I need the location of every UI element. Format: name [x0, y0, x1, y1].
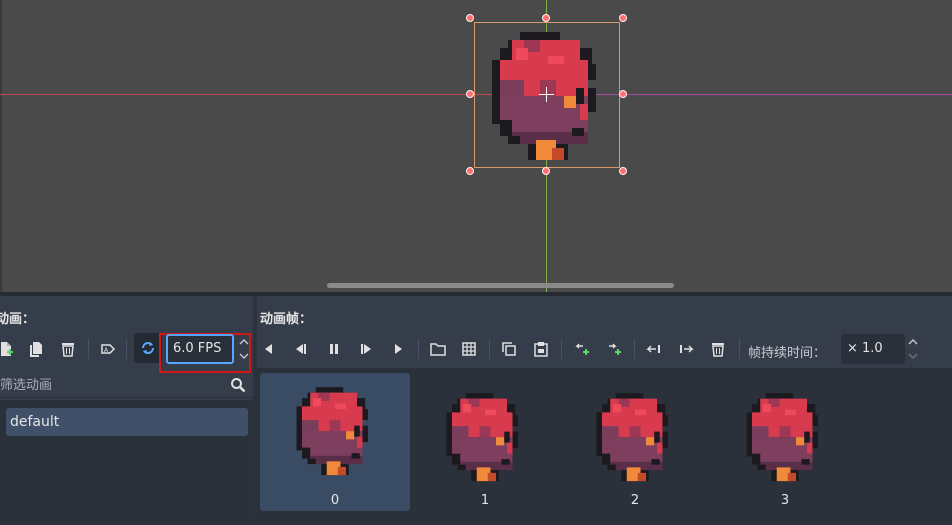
frame-thumbnail[interactable]: 1 — [410, 373, 560, 511]
frame-index-label: 2 — [630, 493, 640, 508]
frame-thumbnail[interactable]: 3 — [710, 373, 860, 511]
delete-frame-button[interactable] — [706, 336, 730, 362]
frames-title: 动画帧： — [260, 312, 313, 327]
frame-sprite-image — [296, 387, 368, 476]
delete-animation-button[interactable] — [56, 336, 80, 362]
insert-before-icon — [575, 343, 589, 355]
paste-frame-icon — [534, 342, 548, 357]
frame-thumbnail[interactable]: 2 — [560, 373, 710, 511]
viewport-ruler — [0, 0, 2, 292]
move-left-button[interactable] — [642, 336, 666, 362]
fps-increment-button[interactable] — [237, 336, 251, 348]
play-from-end-icon — [395, 344, 402, 354]
delete-frame-icon — [712, 343, 724, 357]
resize-handle-right[interactable] — [619, 90, 627, 98]
delete-animation-icon — [62, 343, 74, 357]
copy-frame-button[interactable] — [497, 336, 521, 362]
frame-sprite-image — [596, 393, 668, 482]
load-spritesheet-icon — [462, 342, 476, 356]
animation-filter-row — [0, 374, 253, 398]
duration-increment-button[interactable] — [906, 336, 920, 348]
frame-grid: 0 1 2 3 — [257, 368, 952, 525]
autoplay-on-load-button[interactable]: A — [96, 336, 120, 362]
sprite-frames-panel: 动画： A 6.0 FPS default — [0, 296, 952, 525]
chevron-up-icon — [239, 339, 249, 345]
toolbar-separator — [418, 339, 419, 359]
animation-list: default — [0, 400, 253, 525]
fps-input[interactable]: 6.0 FPS — [166, 334, 234, 364]
pivot-crosshair-icon[interactable] — [539, 87, 554, 102]
play-from-end-button[interactable] — [386, 336, 410, 362]
search-icon — [231, 378, 246, 393]
frame-duration-input[interactable]: × 1.0 — [841, 334, 905, 364]
play-button[interactable] — [354, 336, 378, 362]
frame-duration-label: 帧持续时间： — [748, 346, 827, 361]
autoplay-on-load-icon: A — [101, 344, 116, 354]
move-right-button[interactable] — [674, 336, 698, 362]
load-spritesheet-button[interactable] — [457, 336, 481, 362]
canvas-viewport[interactable] — [0, 0, 952, 292]
toolbar-separator — [739, 339, 740, 359]
frame-sprite-image — [446, 393, 518, 482]
frames-section: 动画帧： 帧持续时间： × 1.0 0 1 2 3 — [257, 296, 952, 525]
paste-frame-button[interactable] — [529, 336, 553, 362]
new-animation-button[interactable] — [0, 336, 18, 362]
pause-icon — [330, 344, 338, 354]
move-right-icon — [680, 345, 694, 353]
insert-after-icon — [609, 343, 621, 355]
pause-button[interactable] — [322, 336, 346, 362]
resize-handle-top-left[interactable] — [466, 14, 474, 22]
resize-handle-top[interactable] — [542, 14, 550, 22]
horizontal-scrollbar-thumb[interactable] — [327, 283, 674, 288]
play-backwards-icon — [296, 344, 306, 354]
toolbar-separator — [634, 339, 635, 359]
move-left-icon — [646, 345, 660, 353]
copy-frame-icon — [502, 342, 516, 356]
play-backwards-from-end-icon — [265, 344, 272, 354]
toolbar-separator — [126, 339, 127, 359]
resize-handle-bottom[interactable] — [542, 167, 550, 175]
animation-filter-input[interactable] — [0, 374, 253, 398]
new-animation-icon — [1, 342, 13, 356]
play-backwards-from-end-button[interactable] — [257, 336, 281, 362]
frame-thumbnail[interactable]: 0 — [260, 373, 410, 511]
chevron-down-icon — [908, 353, 918, 359]
toolbar-separator — [489, 339, 490, 359]
load-file-button[interactable] — [426, 336, 450, 362]
toolbar-separator — [88, 339, 89, 359]
chevron-down-icon — [239, 353, 249, 359]
chevron-up-icon — [908, 339, 918, 345]
frame-index-label: 0 — [330, 493, 340, 508]
insert-after-button[interactable] — [602, 336, 626, 362]
insert-before-button[interactable] — [570, 336, 594, 362]
duration-decrement-button[interactable] — [906, 350, 920, 362]
animation-list-item[interactable]: default — [6, 408, 248, 436]
frame-sprite-image — [746, 393, 818, 482]
resize-handle-left[interactable] — [466, 90, 474, 98]
resize-handle-bottom-right[interactable] — [619, 167, 627, 175]
play-icon — [361, 344, 371, 354]
duplicate-animation-button[interactable] — [24, 336, 48, 362]
duplicate-animation-icon — [30, 342, 42, 357]
resize-handle-bottom-left[interactable] — [466, 167, 474, 175]
resize-handle-top-right[interactable] — [619, 14, 627, 22]
frame-index-label: 1 — [480, 493, 490, 508]
animations-section: 动画： A 6.0 FPS default — [0, 296, 253, 525]
play-backwards-button[interactable] — [289, 336, 313, 362]
loop-toggle-button[interactable] — [134, 333, 162, 363]
load-file-icon — [430, 343, 446, 356]
frame-index-label: 3 — [780, 493, 790, 508]
fps-decrement-button[interactable] — [237, 350, 251, 362]
toolbar-separator — [561, 339, 562, 359]
loop-toggle-icon — [142, 342, 154, 354]
animations-title: 动画： — [0, 312, 36, 327]
